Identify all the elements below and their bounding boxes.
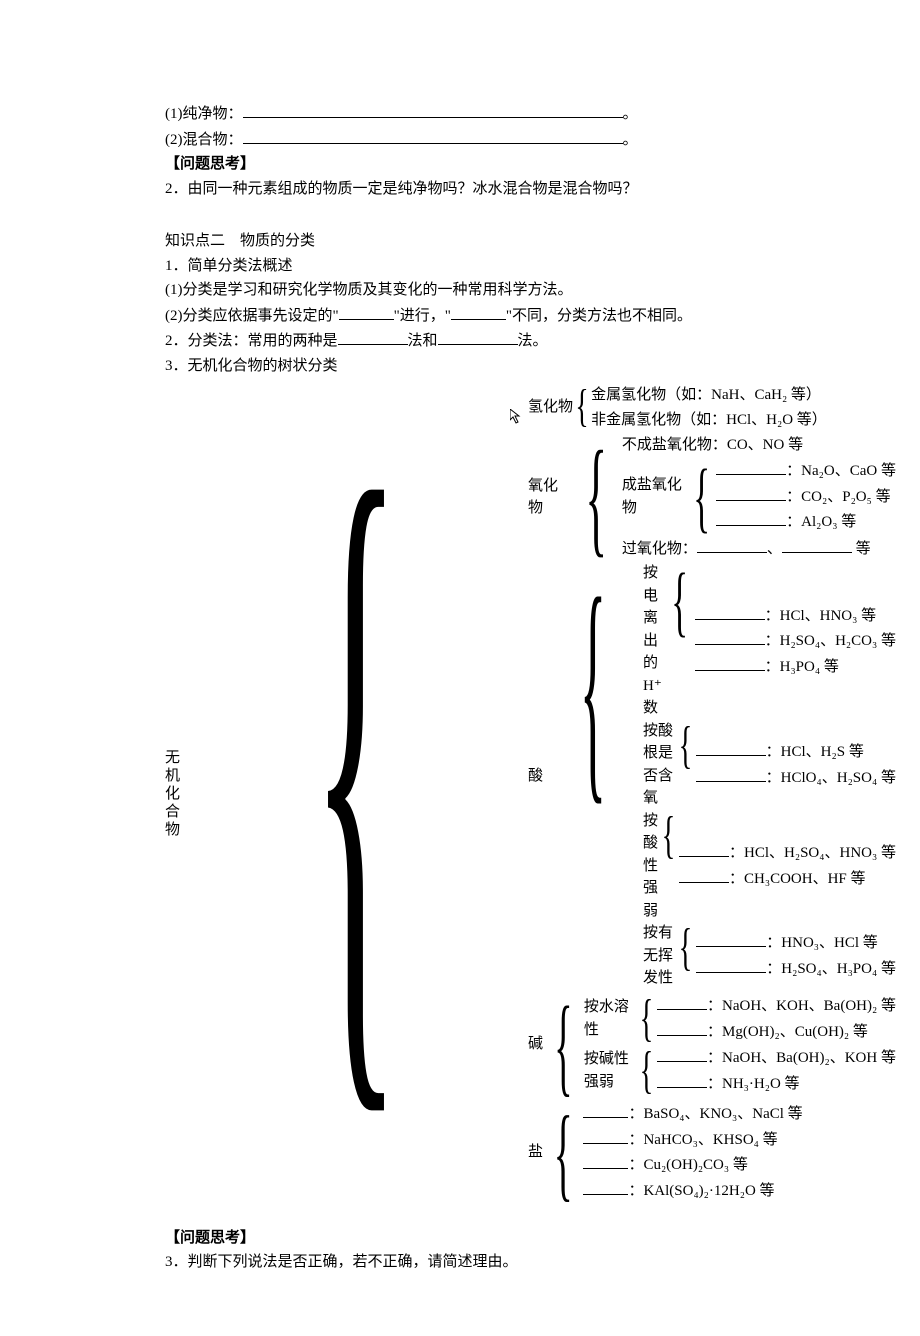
blank-method-2[interactable] [438,329,518,345]
node-base: 碱 { 按水溶性 { ：NaOH、KOH、Ba(OH)₂ 等 ：Mg(OH)₂、… [528,990,896,1100]
brace-acid-h: { [671,562,688,720]
blank-acid-vol-a[interactable] [696,931,766,947]
blank-criterion-2[interactable] [451,304,506,320]
node-base-str: 按碱性强弱 { ：NaOH、Ba(OH)₂、KOH 等 ：NH₃·H₂O 等 [584,1045,896,1097]
pure-prefix: (1)纯净物： [165,106,243,122]
kp2-s1-2a: (2)分类应依据事先设定的" [165,308,339,324]
salt-label: 盐 [528,1141,543,1164]
kp2-s2: 2．分类法：常用的两种是法和法。 [165,329,755,353]
kp2-s2b: 法和 [408,333,438,349]
blank-acid-vol-b[interactable] [696,957,766,973]
blank-oxide-c[interactable] [716,510,786,526]
kp2-title: 知识点二 物质的分类 [165,230,755,253]
salt-oxide-a: ：Na₂O、CaO 等 [716,458,896,484]
brace-base-sol: { [640,993,654,1045]
acid-vol-label: 按有无挥发性 [643,922,675,990]
node-salt: 盐 { ：BaSO₄、KNO₃、NaCl 等 ：NaHCO₃、KHSO₄ 等 ：… [528,1100,896,1205]
cursor-icon [510,409,522,433]
kp2-s3: 3．无机化合物的树状分类 [165,355,755,378]
blank-oxide-a[interactable] [716,459,786,475]
kp2-s1-2c: "不同，分类方法也不相同。 [506,308,692,324]
blank-criterion-1[interactable] [339,304,394,320]
acid-o-label: 按酸根是否含氧 [643,720,675,810]
salt-oxide-c: ：Al₂O₃ 等 [716,509,896,535]
question-3: 3．判断下列说法是否正确，若不正确，请简述理由。 [165,1251,755,1274]
kp2-s1-2b: "进行，" [394,308,451,324]
node-acid-o: 按酸根是否含氧 { ：HCl、H₂S 等 ：HClO₄、H₂SO₄ 等 [643,720,896,810]
think-header-1: 【问题思考】 [165,153,755,176]
think-header-2: 【问题思考】 [165,1227,755,1250]
salt-oxide-label: 成盐氧化物 [622,474,687,519]
node-acid-h: 按电离出的 H⁺ 数 { ：HCl、HNO₃ 等 ：H₂SO₄、H₂CO₃ 等 … [643,562,896,720]
base-label: 碱 [528,1033,543,1056]
blank-acid-o-a[interactable] [696,740,766,756]
blank-pure[interactable] [243,102,623,118]
brace-acid: { [580,562,606,990]
node-salt-oxide: 成盐氧化物 { ：Na₂O、CaO 等 ：CO₂、P₂O₅ 等 ：Al₂O₃ 等 [622,458,896,536]
kp2-s2c: 法。 [518,333,548,349]
hydride-a: 金属氢化物（如：NaH、CaH₂ 等） [591,383,827,408]
brace-acid-vol: { [679,922,693,990]
oxide-peroxide: 过氧化物：、 等 [622,536,896,562]
question-2: 2．由同一种元素组成的物质一定是纯净物吗？冰水混合物是混合物吗？ [165,178,755,201]
line-pure: (1)纯净物： 。 [165,102,755,126]
oxide-label: 氧化物 [528,475,571,520]
line-mix: (2)混合物： 。 [165,128,755,152]
blank-salt-c[interactable] [583,1153,628,1169]
blank-base-sol-b[interactable] [657,1020,707,1036]
base-str-label: 按碱性强弱 [584,1048,636,1093]
hydride-b: 非金属氢化物（如：HCl、H₂O 等） [591,408,827,433]
kp2-s1-2: (2)分类应依据事先设定的" "进行，" "不同，分类方法也不相同。 [165,304,755,328]
blank-salt-a[interactable] [583,1102,628,1118]
node-acid: 酸 { 按电离出的 H⁺ 数 { ：HCl、HNO₃ 等 ：H₂SO₄、H₂CO… [528,562,896,990]
blank-base-str-b[interactable] [657,1072,707,1088]
blank-acid-h-b[interactable] [695,629,765,645]
brace-acid-str: { [662,810,676,923]
brace-salt: { [554,1100,573,1205]
acid-label: 酸 [528,765,543,788]
blank-mix[interactable] [243,128,623,144]
root-label: 无机化合物 [165,749,180,839]
blank-acid-o-b[interactable] [696,766,766,782]
blank-oxide-b[interactable] [716,485,786,501]
kp2-s1-1: (1)分类是学习和研究化学物质及其变化的一种常用科学方法。 [165,279,755,302]
blank-acid-str-b[interactable] [679,867,729,883]
blank-salt-d[interactable] [583,1179,628,1195]
oxide-nosalt: 不成盐氧化物：CO、NO 等 [622,433,896,458]
blank-base-str-a[interactable] [657,1046,707,1062]
blank-acid-str-a[interactable] [679,841,729,857]
root-children: 氢化物 { 金属氢化物（如：NaH、CaH₂ 等） 非金属氢化物（如：HCl、H… [528,383,896,1205]
acid-h-label: 按电离出的 H⁺ 数 [643,562,665,720]
node-acid-vol: 按有无挥发性 { ：HNO₃、HCl 等 ：H₂SO₄、H₃PO₄ 等 [643,922,896,990]
base-sol-label: 按水溶性 [584,996,636,1041]
brace-base: { [554,990,572,1100]
blank-acid-h-c[interactable] [695,655,765,671]
kp2-s1-title: 1．简单分类法概述 [165,255,755,278]
brace-acid-o: { [678,720,692,810]
tree-root: 无机化合物 { 氢化物 { 金属氢化物（如：NaH、CaH₂ 等） 非金属氢化物… [165,383,755,1205]
brace-salt-oxide: { [693,458,710,536]
hydride-label: 氢化物 [528,396,573,419]
brace-oxide: { [586,432,608,562]
node-hydride: 氢化物 { 金属氢化物（如：NaH、CaH₂ 等） 非金属氢化物（如：HCl、H… [528,383,896,432]
blank-peroxide-2[interactable] [782,537,852,553]
node-oxide: 氧化物 { 不成盐氧化物：CO、NO 等 成盐氧化物 { ：Na₂O、CaO 等… [528,432,896,562]
blank-base-sol-a[interactable] [657,994,707,1010]
blank-salt-b[interactable] [583,1128,628,1144]
brace-base-str: { [640,1045,654,1097]
node-acid-str: 按酸性强弱 { ：HCl、H₂SO₄、HNO₃ 等 ：CH₃COOH、HF 等 [643,810,896,923]
acid-str-label: 按酸性强弱 [643,810,658,923]
brace-root: { [311,383,401,1205]
node-base-sol: 按水溶性 { ：NaOH、KOH、Ba(OH)₂ 等 ：Mg(OH)₂、Cu(O… [584,993,896,1045]
pure-suffix: 。 [623,106,638,122]
blank-acid-h-a[interactable] [695,604,765,620]
salt-oxide-b: ：CO₂、P₂O₅ 等 [716,484,896,510]
mix-suffix: 。 [623,132,638,148]
mix-prefix: (2)混合物： [165,132,243,148]
